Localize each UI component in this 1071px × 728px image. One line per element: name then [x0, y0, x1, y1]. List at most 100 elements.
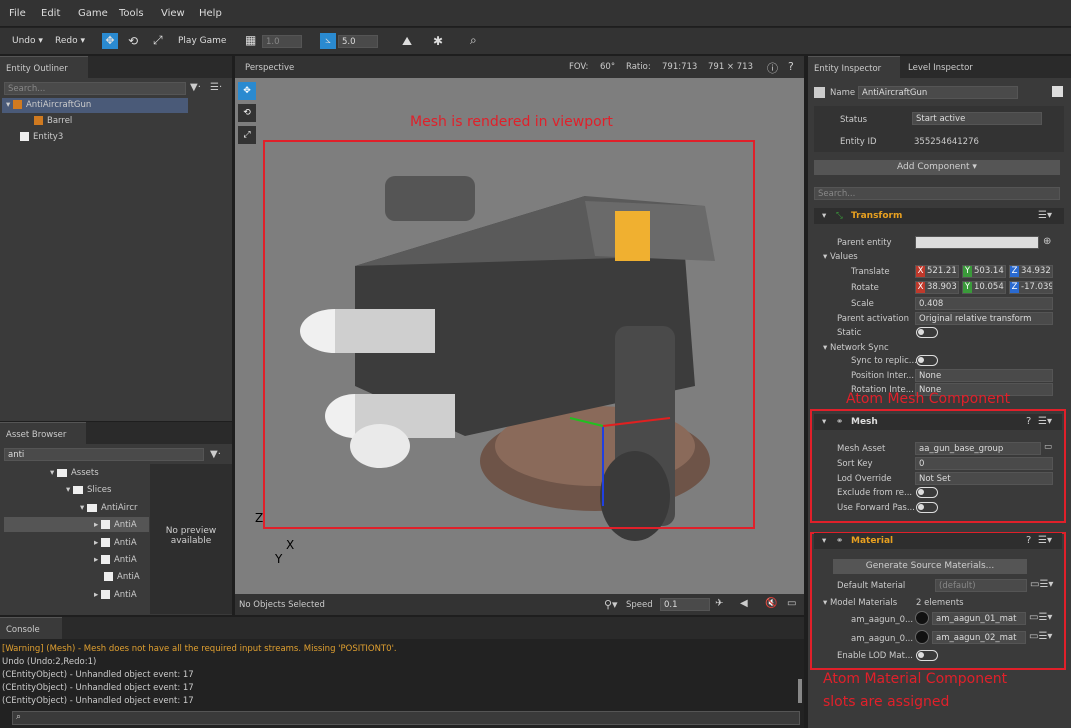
lod-override-select[interactable]: Not Set: [915, 472, 1053, 485]
menu-game[interactable]: Game: [78, 8, 108, 19]
rotate-tool-icon[interactable]: ⟲: [128, 34, 138, 48]
tree-item-slices[interactable]: ▾ Slices: [66, 485, 111, 495]
collapse-icon[interactable]: ▾: [822, 536, 826, 546]
vp-scale-icon[interactable]: ⤢: [238, 126, 256, 144]
position-interp-select[interactable]: None: [915, 369, 1053, 382]
collapse-icon[interactable]: ▾: [822, 417, 826, 427]
redo-button[interactable]: Redo ▾: [55, 36, 85, 46]
camera-icon[interactable]: ✈: [715, 598, 723, 609]
tab-asset-browser[interactable]: Asset Browser: [0, 422, 86, 444]
add-component-button[interactable]: Add Component ▾: [814, 160, 1060, 175]
vp-rotate-icon[interactable]: ⟲: [238, 104, 256, 122]
slot-menu-icon[interactable]: ▭☰▾: [1029, 631, 1052, 642]
tab-entity-outliner[interactable]: Entity Outliner: [0, 56, 88, 78]
asset-filter-icon[interactable]: ▼·: [210, 449, 221, 460]
menu-edit[interactable]: Edit: [41, 8, 60, 19]
slot1-input[interactable]: am_aagun_01_mat: [932, 612, 1026, 625]
sort-key-input[interactable]: 0: [915, 457, 1053, 470]
menu-help[interactable]: Help: [199, 8, 222, 19]
preview-text-1: No preview: [165, 526, 217, 536]
enable-lod-toggle[interactable]: [916, 650, 938, 661]
translate-x[interactable]: X 521.21: [915, 265, 959, 278]
static-toggle[interactable]: [916, 327, 938, 338]
scale-tool-icon[interactable]: ⤢: [153, 33, 163, 48]
component-search-input[interactable]: Search...: [814, 187, 1060, 200]
rotate-z[interactable]: Z -17.039: [1009, 281, 1053, 294]
slot-menu-icon[interactable]: ▭☰▾: [1029, 612, 1052, 623]
angle-snap-icon[interactable]: ⦣: [320, 33, 336, 49]
sync-replicas-toggle[interactable]: [916, 355, 938, 366]
list-item[interactable]: AntiA: [104, 572, 140, 582]
vp-move-icon[interactable]: ✥: [238, 82, 256, 100]
folder-icon[interactable]: ▭: [1044, 442, 1052, 452]
rotate-x[interactable]: X 38.903: [915, 281, 959, 294]
asset-search-input[interactable]: anti: [4, 448, 204, 461]
tab-level-inspector[interactable]: Level Inspector: [902, 56, 992, 78]
console-input[interactable]: [12, 711, 800, 725]
translate-z[interactable]: Z 34.932: [1009, 265, 1053, 278]
tree-item-folder[interactable]: ▾ AntiAircr: [80, 503, 138, 513]
list-item[interactable]: ▾ AntiAircraftGun: [6, 100, 91, 110]
help-icon[interactable]: ?: [1026, 416, 1031, 427]
component-menu-icon[interactable]: ▭☰▾: [1030, 579, 1053, 590]
vr-icon[interactable]: ▭: [787, 598, 796, 609]
audio-icon[interactable]: ◀: [740, 598, 748, 609]
tab-entity-inspector[interactable]: Entity Inspector: [808, 56, 900, 78]
lock-icon[interactable]: [1052, 86, 1063, 97]
translate-y[interactable]: Y 503.14: [962, 265, 1006, 278]
scale-input[interactable]: 0.408: [915, 297, 1053, 310]
component-menu-icon[interactable]: ☰▾: [1038, 416, 1052, 427]
undo-button[interactable]: Undo ▾: [12, 36, 43, 46]
forward-pass-toggle[interactable]: [916, 502, 938, 513]
mute-icon[interactable]: 🔇: [765, 598, 777, 609]
info-icon[interactable]: ⓘ: [767, 60, 778, 76]
component-menu-icon[interactable]: ☰▾: [1038, 535, 1052, 546]
menu-tools[interactable]: Tools: [119, 8, 144, 19]
grid-icon[interactable]: ▦: [245, 33, 256, 47]
parent-activation-select[interactable]: Original relative transform: [915, 312, 1053, 325]
name-input[interactable]: AntiAircraftGun: [858, 86, 1018, 99]
slice-icon: [104, 572, 113, 581]
console-search-icon: ⌕: [16, 712, 22, 722]
help-icon[interactable]: ?: [788, 60, 794, 73]
outliner-search-input[interactable]: Search...: [4, 82, 186, 95]
transform-icon: ⤡: [836, 211, 843, 221]
debug-icon[interactable]: ✱: [433, 34, 443, 48]
parent-entity-input[interactable]: [915, 236, 1039, 249]
play-game-button[interactable]: Play Game: [178, 36, 226, 46]
values-label: ▾ Values: [823, 252, 858, 262]
help-icon[interactable]: ?: [1026, 535, 1031, 546]
menu-icon[interactable]: ☰·: [210, 82, 222, 93]
collapse-icon[interactable]: ▾: [822, 211, 826, 221]
tree-item-assets[interactable]: ▾ Assets: [50, 468, 99, 478]
speed-input[interactable]: 0.1: [660, 598, 710, 611]
filter-icon[interactable]: ▼·: [190, 82, 201, 93]
search-tool-icon[interactable]: ⌕: [470, 33, 477, 48]
tab-console[interactable]: Console: [0, 617, 62, 639]
rotate-y[interactable]: Y 10.054: [962, 281, 1006, 294]
exclude-toggle[interactable]: [916, 487, 938, 498]
list-item[interactable]: ▸ AntiA: [94, 555, 137, 565]
list-item[interactable]: Entity3: [20, 132, 63, 142]
location-icon[interactable]: ⚲▾: [604, 598, 618, 611]
menu-view[interactable]: View: [161, 8, 185, 19]
terrain-icon[interactable]: ⛰: [402, 34, 412, 49]
slot2-input[interactable]: am_aagun_02_mat: [932, 631, 1026, 644]
list-item[interactable]: ▸ AntiA: [94, 590, 137, 600]
list-item[interactable]: ▸ AntiA: [94, 538, 137, 548]
angle-snap-input[interactable]: 5.0: [338, 35, 378, 48]
tab-perspective[interactable]: Perspective: [239, 56, 300, 78]
mesh-asset-input[interactable]: aa_gun_base_group: [915, 442, 1041, 455]
target-icon[interactable]: ⊕: [1043, 236, 1051, 247]
menu-file[interactable]: File: [9, 8, 26, 19]
folder-icon: [86, 503, 97, 512]
list-item[interactable]: Barrel: [34, 116, 72, 126]
list-item[interactable]: ▸ AntiA: [94, 520, 137, 530]
component-menu-icon[interactable]: ☰▾: [1038, 210, 1052, 221]
grid-size-input[interactable]: 1.0: [262, 35, 302, 48]
generate-materials-button[interactable]: Generate Source Materials...: [833, 559, 1027, 574]
status-select[interactable]: Start active: [912, 112, 1042, 125]
move-tool-icon[interactable]: ✥: [102, 33, 118, 49]
default-material-input[interactable]: (default): [935, 579, 1027, 592]
console-scrollbar[interactable]: [798, 679, 802, 703]
